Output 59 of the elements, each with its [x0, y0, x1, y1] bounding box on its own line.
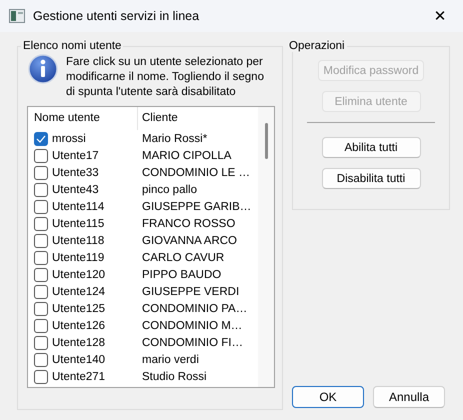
- user-name[interactable]: Utente128: [52, 336, 106, 348]
- group-label: Operazioni: [288, 40, 346, 52]
- client-name: GIUSEPPE GARIB…: [142, 200, 252, 212]
- action-button[interactable]: Abilita tutti: [322, 137, 420, 158]
- group-label: Elenco nomi utente: [22, 40, 122, 52]
- user-name[interactable]: Utente125: [52, 302, 106, 314]
- scrollbar[interactable]: [258, 107, 274, 387]
- client-name: pinco pallo: [142, 184, 197, 196]
- checkbox[interactable]: [34, 182, 48, 196]
- user-name[interactable]: mrossi: [52, 132, 86, 144]
- client-name: CONDOMINIO FI…: [142, 336, 243, 348]
- checkbox[interactable]: [34, 302, 48, 316]
- client-name: GIOVANNA ARCO: [142, 234, 238, 246]
- checkbox[interactable]: [34, 200, 48, 214]
- checkbox[interactable]: [34, 318, 48, 332]
- checkbox[interactable]: [34, 370, 48, 384]
- client-name: PIPPO BAUDO: [142, 268, 222, 280]
- checkbox[interactable]: [34, 250, 48, 264]
- checkbox[interactable]: [34, 216, 48, 230]
- user-name[interactable]: Utente43: [52, 184, 99, 196]
- client-name: MARIO CIPOLLA: [142, 150, 232, 162]
- checkbox[interactable]: [34, 284, 48, 298]
- checkbox[interactable]: [34, 148, 48, 162]
- user-name[interactable]: Utente120: [52, 268, 106, 280]
- client-name: mario verdi: [142, 354, 199, 366]
- checkbox[interactable]: [34, 352, 48, 366]
- info-text: Fare click su un utente selezionato per modificarne il nome. Togliendo il segno di spunta l'utente sarà disabilitato: [66, 55, 265, 100]
- window-title: Gestione utenti servizi in linea: [33, 9, 200, 23]
- user-name[interactable]: Utente33: [52, 166, 99, 178]
- client-name: CONDOMINIO LE …: [142, 166, 250, 178]
- user-name[interactable]: Utente118: [52, 234, 104, 246]
- user-name[interactable]: Utente140: [52, 354, 106, 366]
- dialog-button[interactable]: OK: [292, 386, 364, 408]
- user-name[interactable]: Utente124: [52, 286, 106, 298]
- action-button[interactable]: Disabilita tutti: [322, 168, 420, 189]
- client-name: CONDOMINIO PA…: [142, 302, 248, 314]
- client-name: CONDOMINIO M…: [142, 320, 242, 332]
- client-name: CARLO CAVUR: [142, 252, 224, 264]
- user-name[interactable]: Utente115: [52, 218, 104, 230]
- column-header[interactable]: Nome utente: [28, 107, 138, 130]
- checkbox[interactable]: [34, 336, 48, 350]
- checkbox[interactable]: [34, 234, 48, 248]
- column-header[interactable]: Cliente: [138, 107, 178, 130]
- dialog-button[interactable]: Annulla: [373, 386, 445, 408]
- close-button[interactable]: ✕: [417, 0, 463, 32]
- checkbox[interactable]: [34, 132, 48, 146]
- client-name: Mario Rossi*: [142, 132, 208, 144]
- user-name[interactable]: Utente271: [52, 370, 106, 382]
- client-name: GIUSEPPE VERDI: [142, 286, 240, 298]
- info-icon: [28, 54, 58, 84]
- user-name[interactable]: Utente114: [52, 200, 104, 212]
- checkbox[interactable]: [34, 166, 48, 180]
- user-name[interactable]: Utente119: [52, 252, 104, 264]
- user-name[interactable]: Utente17: [52, 150, 99, 162]
- client-name: Studio Rossi: [142, 370, 207, 382]
- user-name[interactable]: Utente126: [52, 320, 106, 332]
- checkbox[interactable]: [34, 268, 48, 282]
- client-name: FRANCO ROSSO: [142, 218, 236, 230]
- app-icon: [9, 9, 25, 23]
